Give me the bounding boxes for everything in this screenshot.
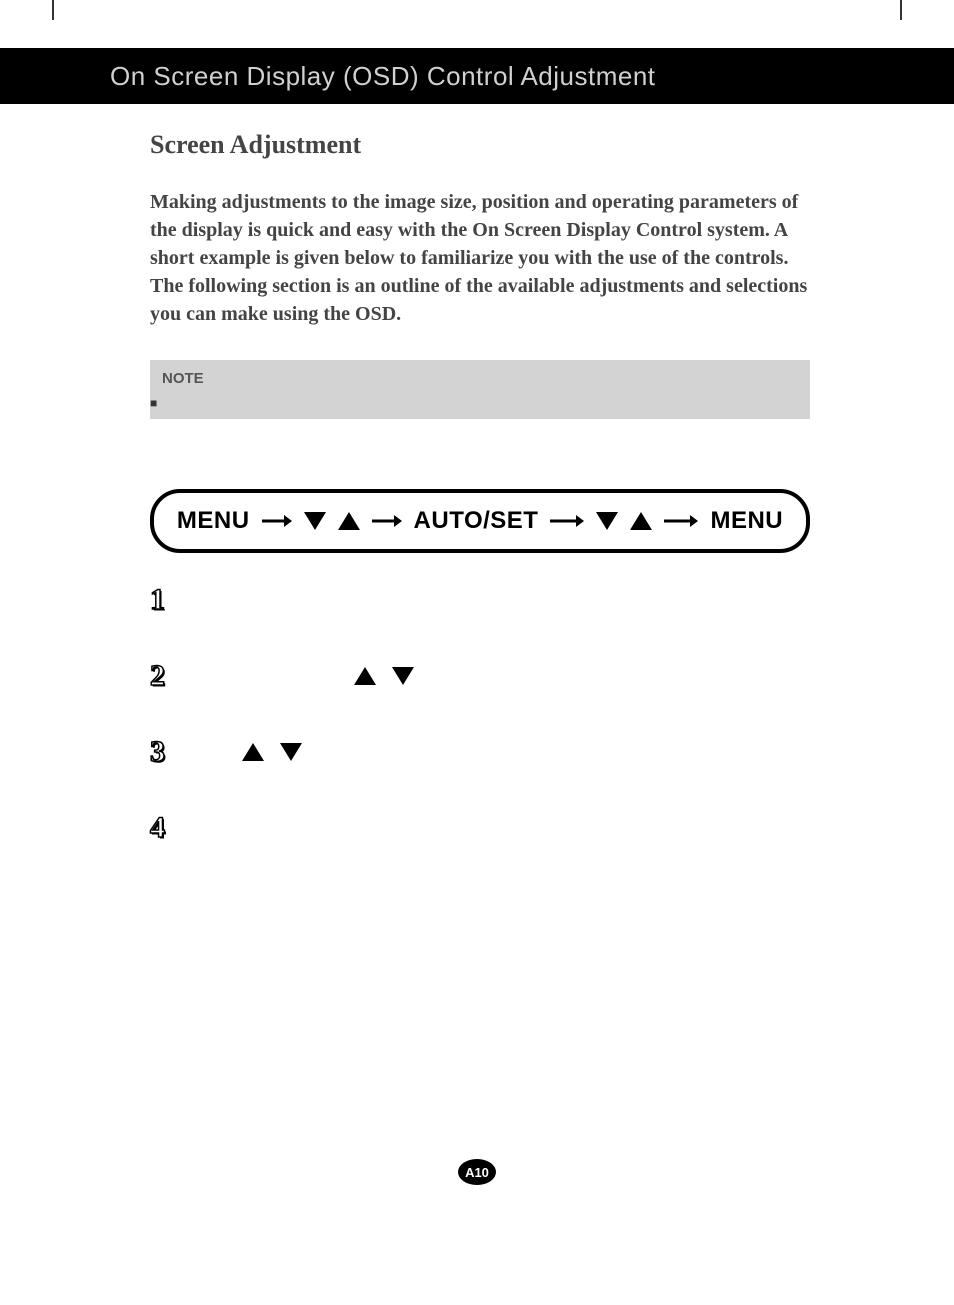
triangle-up-icon: [630, 512, 652, 530]
triangle-down-icon: [304, 512, 326, 530]
page-number-badge: A10: [458, 1159, 496, 1185]
step-number: 2: [150, 659, 178, 693]
triangle-up-icon: [242, 743, 264, 761]
step-3: 3: [150, 735, 810, 769]
step-1: 1: [150, 583, 810, 617]
header-title: On Screen Display (OSD) Control Adjustme…: [110, 61, 656, 92]
page: On Screen Display (OSD) Control Adjustme…: [0, 0, 954, 1305]
triangle-up-icon: [338, 512, 360, 530]
arrow-right-icon: [372, 514, 402, 528]
page-number: A10: [465, 1165, 489, 1180]
flow-menu-2: MENU: [710, 507, 783, 535]
step-number: 4: [150, 811, 178, 845]
step-number: 3: [150, 735, 178, 769]
note-bullet-icon: ■: [150, 396, 157, 410]
note-label: NOTE: [162, 370, 798, 387]
step-2: 2: [150, 659, 810, 693]
crop-mark-right: [900, 0, 902, 20]
arrow-right-icon: [262, 514, 292, 528]
arrow-right-icon: [550, 514, 584, 528]
arrow-right-icon: [664, 514, 698, 528]
flow-menu-1: MENU: [177, 507, 250, 535]
crop-mark-left: [52, 0, 54, 20]
triangle-down-icon: [392, 667, 414, 685]
step-2-icons: [354, 667, 414, 685]
section-body: Making adjustments to the image size, po…: [150, 188, 810, 328]
content-area: Screen Adjustment Making adjustments to …: [150, 130, 810, 887]
note-box: NOTE ■: [150, 360, 810, 419]
triangle-down-icon: [280, 743, 302, 761]
triangle-down-icon: [596, 512, 618, 530]
steps-list: 1 2 3 4: [150, 583, 810, 845]
header-bar: On Screen Display (OSD) Control Adjustme…: [0, 48, 954, 104]
section-heading: Screen Adjustment: [150, 130, 810, 160]
step-number: 1: [150, 583, 178, 617]
button-flow-box: MENU AUTO/SET MENU: [150, 489, 810, 553]
crop-marks: [0, 0, 954, 30]
triangle-up-icon: [354, 667, 376, 685]
step-3-icons: [242, 743, 302, 761]
flow-autoset: AUTO/SET: [414, 507, 539, 535]
step-4: 4: [150, 811, 810, 845]
